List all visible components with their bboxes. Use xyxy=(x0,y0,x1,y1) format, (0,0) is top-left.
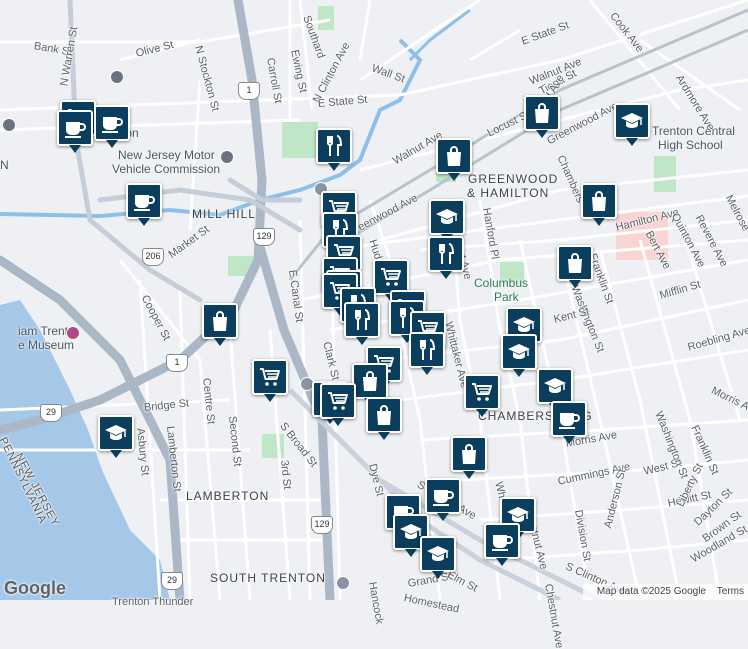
neighborhood-label: MILL HILL xyxy=(192,207,256,221)
fork-knife-icon xyxy=(355,309,371,330)
coffee-cup-icon xyxy=(433,490,454,506)
transit-station-pin[interactable] xyxy=(336,576,350,590)
pin-mvc[interactable] xyxy=(220,150,234,164)
shopping-cart-icon xyxy=(472,383,492,401)
school-marker[interactable] xyxy=(614,103,650,146)
school-marker[interactable] xyxy=(537,368,573,411)
shopping-bag-icon xyxy=(592,191,606,211)
neighborhood-label: SOUTH TRENTON xyxy=(210,571,326,585)
shopping-cart-marker[interactable] xyxy=(252,359,288,402)
shopping-cart-marker[interactable] xyxy=(320,383,356,426)
poi-nj-mvc-2[interactable]: Vehicle Commission xyxy=(112,162,220,176)
shopping-bag-marker[interactable] xyxy=(524,95,560,138)
cafe-marker[interactable] xyxy=(126,183,162,226)
poi-nj-mvc[interactable]: New Jersey Motor xyxy=(118,148,215,162)
school-marker[interactable] xyxy=(429,199,465,242)
route-shield: 29 xyxy=(40,404,62,422)
school-marker[interactable] xyxy=(420,536,456,579)
poi-n[interactable]: N xyxy=(0,158,9,172)
google-logo: Google xyxy=(4,578,66,598)
shopping-bag-icon xyxy=(377,405,391,425)
neighborhood-label: LAMBERTON xyxy=(186,489,270,503)
shopping-bag-icon xyxy=(535,103,549,123)
cafe-marker[interactable] xyxy=(57,110,93,153)
neighborhood-label: GREENWOOD xyxy=(468,172,559,186)
poi-museum[interactable]: iam Trent xyxy=(18,324,68,338)
pin-museum[interactable] xyxy=(66,326,80,340)
cafe-marker[interactable] xyxy=(551,401,587,444)
shopping-cart-marker[interactable] xyxy=(464,374,500,417)
graduation-cap-icon xyxy=(436,209,458,224)
route-shield: 206 xyxy=(142,248,164,266)
shopping-bag-marker[interactable] xyxy=(202,303,238,346)
school-marker[interactable] xyxy=(98,415,134,458)
neighborhood-label: & HAMILTON xyxy=(467,186,550,200)
shopping-bag-marker[interactable] xyxy=(557,245,593,288)
route-shield: 29 xyxy=(161,572,183,590)
street-label: Trenton Thunder xyxy=(112,596,194,608)
restaurant-marker[interactable] xyxy=(428,236,464,279)
graduation-cap-icon xyxy=(621,113,643,128)
coffee-cup-icon xyxy=(102,117,123,133)
shopping-cart-icon xyxy=(328,392,348,410)
shopping-bag-icon xyxy=(447,146,461,166)
graduation-cap-icon xyxy=(508,344,530,359)
poi-museum-2[interactable]: e Museum xyxy=(18,338,74,352)
coffee-cup-icon xyxy=(559,413,580,429)
shopping-bag-marker[interactable] xyxy=(451,436,487,479)
shopping-bag-icon xyxy=(363,371,377,391)
shopping-bag-marker[interactable] xyxy=(352,363,388,406)
fork-knife-icon xyxy=(327,135,343,156)
graduation-cap-icon xyxy=(105,425,127,440)
pin-left-edge[interactable] xyxy=(2,118,16,132)
terms-link[interactable]: Terms xyxy=(717,586,744,597)
poi-trenton-central-2[interactable]: High School xyxy=(658,138,723,152)
cafe-marker[interactable] xyxy=(425,478,461,521)
restaurant-marker[interactable] xyxy=(316,128,352,171)
shopping-cart-icon xyxy=(381,268,401,286)
school-marker[interactable] xyxy=(501,334,537,377)
route-shield: 129 xyxy=(253,228,275,246)
cafe-marker[interactable] xyxy=(484,523,520,566)
coffee-cup-icon xyxy=(65,122,86,138)
shopping-bag-marker[interactable] xyxy=(366,397,402,440)
graduation-cap-icon xyxy=(544,378,566,393)
shopping-bag-icon xyxy=(568,253,582,273)
route-shield: 1 xyxy=(238,82,260,100)
graduation-cap-icon xyxy=(427,546,449,561)
map-data-text: Map data ©2025 Google xyxy=(596,586,706,597)
fork-knife-icon xyxy=(439,243,455,264)
cafe-marker[interactable] xyxy=(94,105,130,148)
poi-trenton-central[interactable]: Trenton Central xyxy=(652,124,735,138)
route-shield: 1 xyxy=(166,354,188,372)
shopping-bag-icon xyxy=(462,444,476,464)
shopping-bag-marker[interactable] xyxy=(436,138,472,181)
coffee-cup-icon xyxy=(134,195,155,211)
poi-columbus-park-2[interactable]: Park xyxy=(494,290,519,304)
coffee-cup-icon xyxy=(492,535,513,551)
fork-knife-icon xyxy=(420,339,436,360)
pin-school-university[interactable] xyxy=(110,70,124,84)
restaurant-marker[interactable] xyxy=(344,302,380,345)
shopping-bag-marker[interactable] xyxy=(581,183,617,226)
poi-columbus-park[interactable]: Columbus xyxy=(474,276,528,290)
shopping-bag-icon xyxy=(213,311,227,331)
route-shield: 129 xyxy=(311,516,333,534)
shopping-cart-icon xyxy=(260,368,280,386)
restaurant-marker[interactable] xyxy=(409,332,445,375)
map-attribution: Map data ©2025 Google Terms xyxy=(582,584,748,600)
